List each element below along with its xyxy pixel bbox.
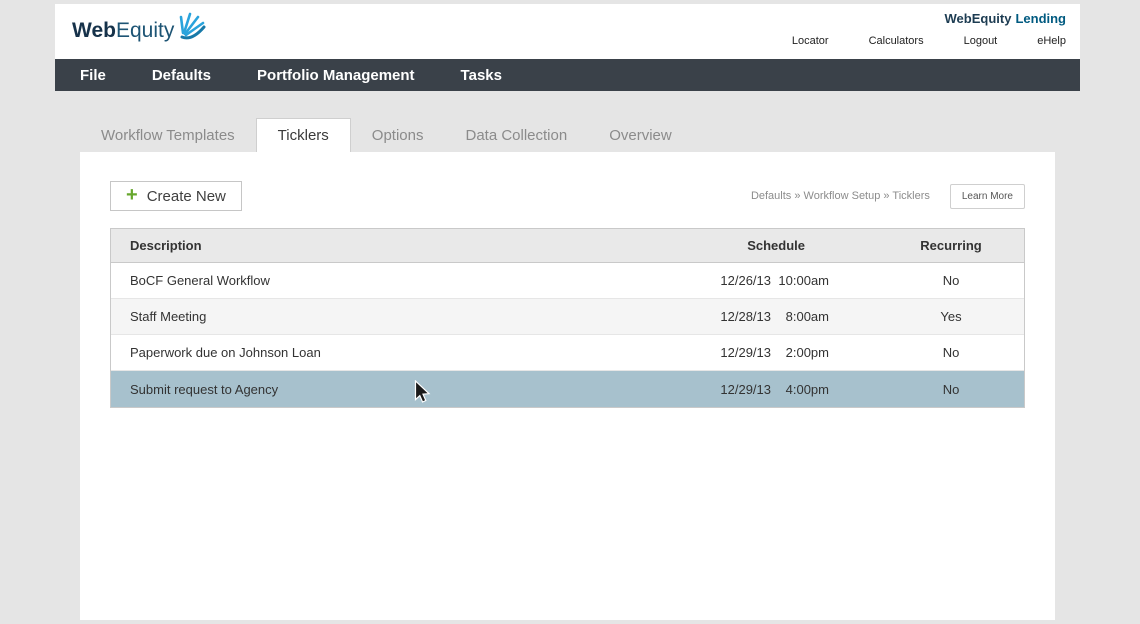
utility-link-logout[interactable]: Logout (964, 35, 998, 47)
toolbar-right-group: Defaults » Workflow Setup » Ticklers Lea… (751, 184, 1025, 209)
cell-schedule: 12/26/13 10:00am (708, 273, 878, 288)
learn-more-button[interactable]: Learn More (950, 184, 1025, 209)
nav-item-portfolio-management[interactable]: Portfolio Management (257, 67, 415, 84)
tab-workflow-templates[interactable]: Workflow Templates (80, 118, 256, 152)
utility-link-locator[interactable]: Locator (792, 35, 829, 47)
cell-schedule-time: 8:00am (777, 309, 829, 324)
webequity-logo[interactable]: WebEquity (72, 16, 208, 47)
cell-schedule: 12/29/13 4:00pm (708, 382, 878, 397)
logo-text: WebEquity (72, 16, 174, 46)
brand-product: Lending (1015, 11, 1066, 26)
nav-item-file[interactable]: File (80, 67, 106, 84)
nav-item-defaults[interactable]: Defaults (152, 67, 211, 84)
table-row[interactable]: BoCF General Workflow 12/26/13 10:00am N… (111, 263, 1024, 299)
cell-recurring: Yes (878, 309, 1024, 324)
cell-schedule-time: 2:00pm (777, 345, 829, 360)
main-nav-bar: File Defaults Portfolio Management Tasks (55, 59, 1080, 91)
brand-name: WebEquity (945, 11, 1012, 26)
cell-recurring: No (878, 273, 1024, 288)
nav-item-tasks[interactable]: Tasks (461, 67, 502, 84)
tab-options[interactable]: Options (351, 118, 445, 152)
table-row[interactable]: Paperwork due on Johnson Loan 12/29/13 2… (111, 335, 1024, 371)
create-new-label: Create New (147, 188, 226, 205)
plus-icon: + (126, 185, 138, 205)
cell-description: Submit request to Agency (111, 382, 708, 397)
header-schedule: Schedule (708, 238, 878, 253)
cell-recurring: No (878, 345, 1024, 360)
brand-line: WebEquityLending (792, 11, 1066, 26)
cell-schedule-date: 12/29/13 (713, 382, 771, 397)
tab-data-collection[interactable]: Data Collection (444, 118, 588, 152)
cell-schedule-date: 12/29/13 (713, 345, 771, 360)
cell-recurring: No (878, 382, 1024, 397)
top-header: WebEquity WebEquityLending Locator (55, 4, 1080, 59)
tab-strip: Workflow Templates Ticklers Options Data… (80, 118, 1140, 152)
cell-schedule-date: 12/26/13 (713, 273, 771, 288)
table-header-row: Description Schedule Recurring (111, 229, 1024, 263)
create-new-button[interactable]: + Create New (110, 181, 242, 211)
header-right: WebEquityLending Locator Calculators Log… (792, 11, 1066, 47)
logo-text-web: Web (72, 19, 116, 42)
utility-nav: Locator Calculators Logout eHelp (792, 35, 1066, 47)
logo-text-equity: Equity (116, 19, 174, 42)
content-panel: + Create New Defaults » Workflow Setup »… (80, 152, 1055, 620)
utility-link-calculators[interactable]: Calculators (869, 35, 924, 47)
header-description: Description (111, 238, 708, 253)
cell-schedule-date: 12/28/13 (713, 309, 771, 324)
starburst-logo-icon (176, 10, 208, 47)
ticklers-table: Description Schedule Recurring BoCF Gene… (110, 228, 1025, 408)
cell-schedule: 12/28/13 8:00am (708, 309, 878, 324)
table-row[interactable]: Staff Meeting 12/28/13 8:00am Yes (111, 299, 1024, 335)
header-recurring: Recurring (878, 238, 1024, 253)
tab-overview[interactable]: Overview (588, 118, 693, 152)
header-schedule-label: Schedule (747, 238, 805, 253)
cell-schedule: 12/29/13 2:00pm (708, 345, 878, 360)
tab-ticklers[interactable]: Ticklers (256, 118, 351, 152)
cell-schedule-time: 4:00pm (777, 382, 829, 397)
cell-schedule-time: 10:00am (777, 273, 829, 288)
utility-link-ehelp[interactable]: eHelp (1037, 35, 1066, 47)
table-row-selected[interactable]: Submit request to Agency 12/29/13 4:00pm… (111, 371, 1024, 407)
cell-description: Paperwork due on Johnson Loan (111, 345, 708, 360)
toolbar-row: + Create New Defaults » Workflow Setup »… (110, 152, 1025, 211)
cell-description: BoCF General Workflow (111, 273, 708, 288)
cell-description: Staff Meeting (111, 309, 708, 324)
breadcrumb: Defaults » Workflow Setup » Ticklers (751, 190, 930, 202)
